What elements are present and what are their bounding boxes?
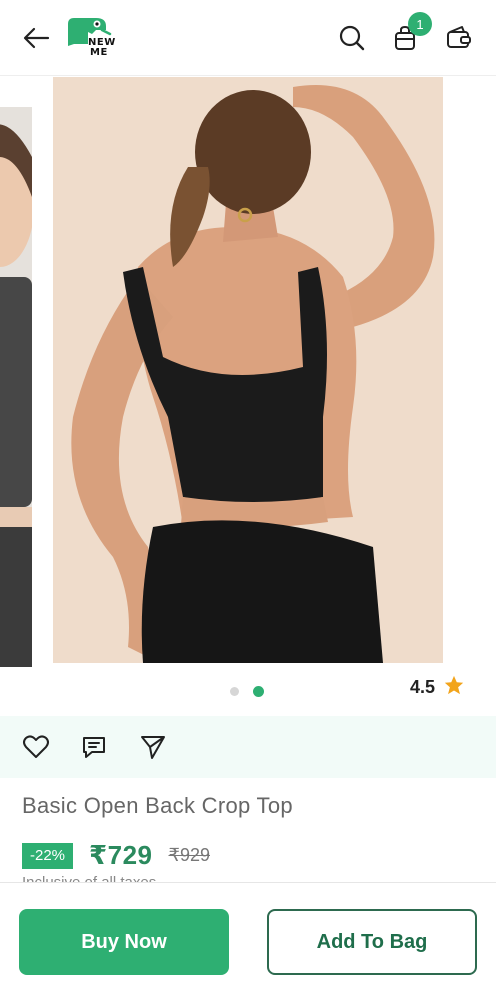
star-icon <box>443 674 465 701</box>
chat-icon[interactable] <box>78 731 110 763</box>
product-actions-bar <box>0 716 496 778</box>
heart-icon[interactable] <box>20 731 52 763</box>
buy-now-button[interactable]: Buy Now <box>19 909 229 975</box>
rating-value: 4.5 <box>410 677 436 697</box>
brand-logo[interactable]: NEW ME <box>66 16 116 60</box>
add-to-bag-button[interactable]: Add To Bag <box>267 909 477 975</box>
carousel-dot-1[interactable] <box>230 687 239 696</box>
product-rating[interactable]: 4.5 <box>410 674 465 701</box>
search-icon[interactable] <box>334 20 370 56</box>
logo-text: NEW ME <box>88 37 116 58</box>
product-title: Basic Open Back Crop Top <box>22 793 293 818</box>
cart-count-badge: 1 <box>408 12 432 36</box>
share-send-icon[interactable] <box>137 731 169 763</box>
app-header: NEW ME 1 <box>0 0 496 76</box>
back-arrow-icon[interactable] <box>18 20 54 56</box>
wallet-icon[interactable] <box>441 20 477 56</box>
price-row: -22% ₹729 ₹929 <box>22 840 210 871</box>
taxes-note: Inclusive of all taxes <box>22 874 156 882</box>
carousel-dots <box>230 686 264 697</box>
original-price: ₹929 <box>168 845 210 865</box>
bottom-action-bar: Buy Now Add To Bag <box>0 882 496 1000</box>
selling-price: ₹729 <box>89 840 153 870</box>
discount-badge: -22% <box>22 842 74 869</box>
carousel-dot-2[interactable] <box>253 686 264 697</box>
product-image-carousel[interactable] <box>0 77 496 667</box>
previous-product-image[interactable] <box>0 107 32 667</box>
main-product-image[interactable] <box>53 77 443 663</box>
